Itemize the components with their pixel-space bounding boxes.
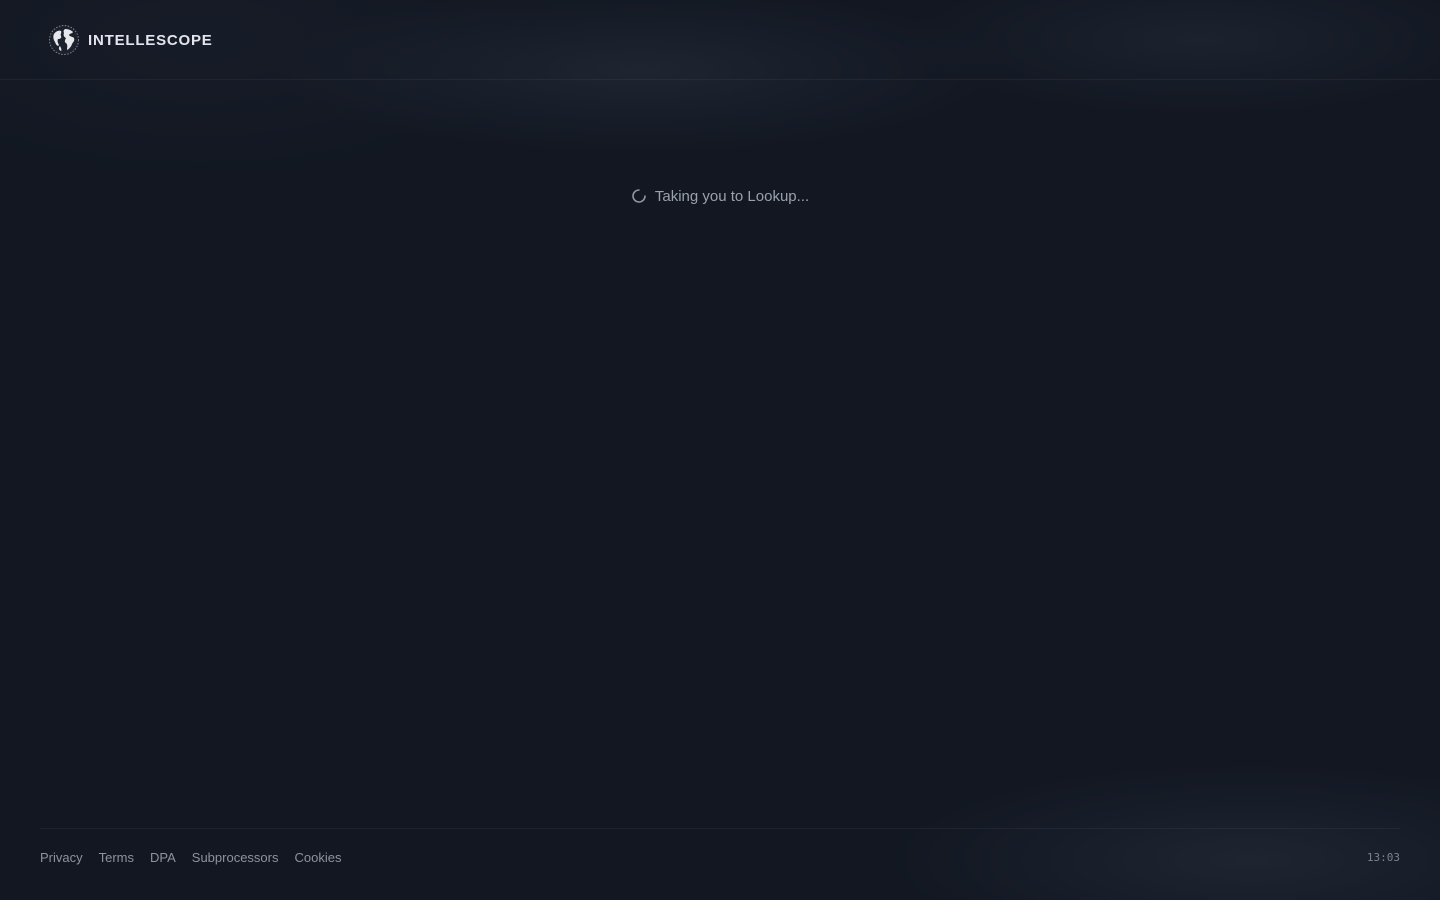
brand-logo-link[interactable]: INTELLESCOPE: [48, 23, 213, 57]
loading-message: Taking you to Lookup...: [654, 187, 810, 205]
footer-link-cookies[interactable]: Cookies: [295, 850, 342, 865]
footer-link-dpa[interactable]: DPA: [150, 850, 176, 865]
footer-link-terms[interactable]: Terms: [99, 850, 134, 865]
brand-name: INTELLESCOPE: [88, 31, 213, 49]
footer-links: Privacy Terms DPA Subprocessors Cookies: [40, 850, 341, 865]
footer-link-subprocessors[interactable]: Subprocessors: [192, 850, 279, 865]
footer: Privacy Terms DPA Subprocessors Cookies …: [40, 828, 1400, 900]
loading-indicator: Taking you to Lookup...: [0, 184, 1440, 208]
clock: 13:03: [1366, 851, 1400, 864]
globe-icon: [49, 25, 79, 55]
spinner-icon: [632, 189, 646, 203]
top-bar: INTELLESCOPE: [0, 0, 1440, 80]
footer-link-privacy[interactable]: Privacy: [40, 850, 83, 865]
